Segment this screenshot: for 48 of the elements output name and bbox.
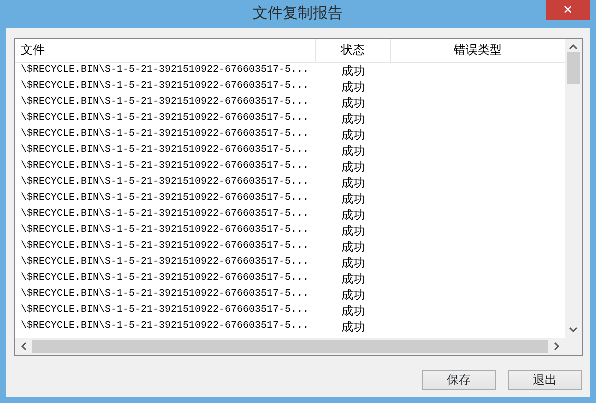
file-path: \$RECYCLE.BIN\S-1-5-21-3921510922-676603517-5... xyxy=(20,144,310,158)
status-text: 成功 xyxy=(340,63,366,79)
status-text: 成功 xyxy=(340,143,366,159)
status-text: 成功 xyxy=(340,79,366,95)
file-path: \$RECYCLE.BIN\S-1-5-21-3921510922-676603517-5... xyxy=(20,208,310,222)
file-path: \$RECYCLE.BIN\S-1-5-21-3921510922-676603517-5... xyxy=(20,160,310,174)
file-path: \$RECYCLE.BIN\S-1-5-21-3921510922-676603517-5... xyxy=(20,256,310,270)
file-path: \$RECYCLE.BIN\S-1-5-21-3921510922-676603517-5... xyxy=(20,304,310,318)
status-text: 成功 xyxy=(340,159,366,175)
window-title: 文件复制报告 xyxy=(253,3,343,24)
column-header[interactable]: 文件 xyxy=(15,39,316,62)
column-header[interactable]: 错误类型 xyxy=(391,39,565,62)
status-text: 成功 xyxy=(340,271,366,287)
status-text: 成功 xyxy=(340,239,366,255)
status-text: 成功 xyxy=(340,127,366,143)
exit-button[interactable]: 退出 xyxy=(508,370,582,390)
column-header[interactable]: 状态 xyxy=(316,39,391,62)
file-path: \$RECYCLE.BIN\S-1-5-21-3921510922-676603517-5... xyxy=(20,64,310,78)
file-path: \$RECYCLE.BIN\S-1-5-21-3921510922-676603517-5... xyxy=(20,288,310,302)
file-path: \$RECYCLE.BIN\S-1-5-21-3921510922-676603517-5... xyxy=(20,176,310,190)
status-text: 成功 xyxy=(340,95,366,111)
file-path: \$RECYCLE.BIN\S-1-5-21-3921510922-676603517-5... xyxy=(20,240,310,254)
file-path: \$RECYCLE.BIN\S-1-5-21-3921510922-676603517-5... xyxy=(20,224,310,238)
file-path: \$RECYCLE.BIN\S-1-5-21-3921510922-676603517-5... xyxy=(20,80,310,94)
file-path: \$RECYCLE.BIN\S-1-5-21-3921510922-676603517-5... xyxy=(20,96,310,110)
file-path: \$RECYCLE.BIN\S-1-5-21-3921510922-676603517-5... xyxy=(20,192,310,206)
close-button[interactable]: ✕ xyxy=(546,0,590,20)
status-text: 成功 xyxy=(340,287,366,303)
status-text: 成功 xyxy=(340,223,366,239)
file-path: \$RECYCLE.BIN\S-1-5-21-3921510922-676603517-5... xyxy=(20,112,310,126)
status-text: 成功 xyxy=(340,191,366,207)
status-text: 成功 xyxy=(340,207,366,223)
scroll-up-icon[interactable] xyxy=(569,44,578,50)
scroll-right-icon[interactable] xyxy=(554,342,560,351)
vertical-scrollbar[interactable] xyxy=(565,39,582,338)
save-button[interactable]: 保存 xyxy=(422,370,496,390)
status-text: 成功 xyxy=(340,175,366,191)
file-path: \$RECYCLE.BIN\S-1-5-21-3921510922-676603517-5... xyxy=(20,128,310,142)
file-path: \$RECYCLE.BIN\S-1-5-21-3921510922-676603517-5... xyxy=(20,320,310,334)
status-text: 成功 xyxy=(340,255,366,271)
scroll-down-icon[interactable] xyxy=(569,327,578,333)
file-path: \$RECYCLE.BIN\S-1-5-21-3921510922-676603517-5... xyxy=(20,272,310,286)
status-text: 成功 xyxy=(340,111,366,127)
status-text: 成功 xyxy=(340,319,366,335)
scroll-left-icon[interactable] xyxy=(20,342,26,351)
status-text: 成功 xyxy=(340,303,366,319)
horizontal-scroll-thumb[interactable] xyxy=(32,340,548,353)
scroll-thumb[interactable] xyxy=(567,52,580,84)
